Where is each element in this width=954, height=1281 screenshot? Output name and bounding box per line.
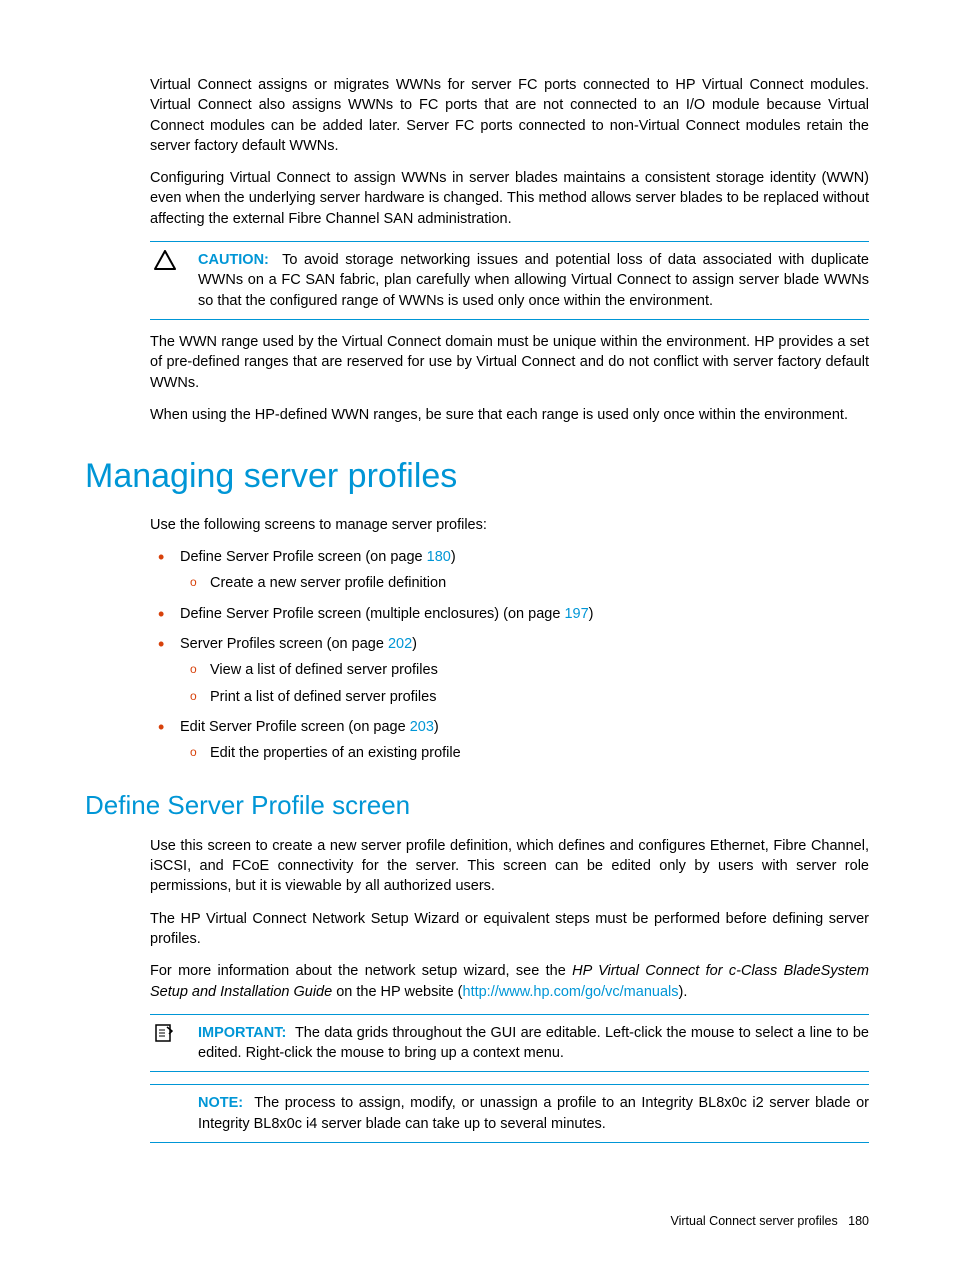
important-icon	[150, 1023, 198, 1043]
note-label: NOTE:	[198, 1095, 243, 1111]
important-body: IMPORTANT: The data grids throughout the…	[198, 1023, 869, 1064]
list-item: Server Profiles screen (on page 202) Vie…	[180, 634, 869, 707]
list-item: View a list of defined server profiles	[210, 660, 869, 680]
body-paragraph: For more information about the network s…	[150, 961, 869, 1002]
page-link[interactable]: 197	[564, 606, 588, 622]
note-callout: NOTE: The process to assign, modify, or …	[150, 1084, 869, 1143]
body-paragraph: Virtual Connect assigns or migrates WWNs…	[150, 75, 869, 156]
caution-callout: CAUTION: To avoid storage networking iss…	[150, 241, 869, 320]
important-label: IMPORTANT:	[198, 1025, 286, 1041]
caution-body: CAUTION: To avoid storage networking iss…	[198, 250, 869, 311]
note-text: The process to assign, modify, or unassi…	[198, 1095, 869, 1131]
important-text: The data grids throughout the GUI are ed…	[198, 1025, 869, 1061]
caution-text: To avoid storage networking issues and p…	[198, 252, 869, 309]
body-paragraph: When using the HP-defined WWN ranges, be…	[150, 405, 869, 425]
list-item: Print a list of defined server profiles	[210, 687, 869, 707]
list-item: Create a new server profile definition	[210, 573, 869, 593]
body-paragraph: The HP Virtual Connect Network Setup Wiz…	[150, 909, 869, 950]
page-link[interactable]: 202	[388, 636, 412, 652]
caution-icon	[150, 250, 198, 270]
page-link[interactable]: 203	[410, 719, 434, 735]
heading-define-server-profile: Define Server Profile screen	[85, 787, 869, 823]
url-link[interactable]: http://www.hp.com/go/vc/manuals	[463, 984, 679, 1000]
profile-screens-list: Define Server Profile screen (on page 18…	[150, 547, 869, 763]
list-item: Edit the properties of an existing profi…	[210, 743, 869, 763]
heading-managing-server-profiles: Managing server profiles	[85, 453, 869, 501]
list-item: Define Server Profile screen (multiple e…	[180, 604, 869, 624]
list-item: Define Server Profile screen (on page 18…	[180, 547, 869, 594]
page-footer: Virtual Connect server profiles 180	[85, 1213, 869, 1231]
body-paragraph: Use the following screens to manage serv…	[150, 515, 869, 535]
note-body: NOTE: The process to assign, modify, or …	[198, 1093, 869, 1134]
page-link[interactable]: 180	[427, 549, 451, 565]
body-paragraph: Configuring Virtual Connect to assign WW…	[150, 168, 869, 229]
important-callout: IMPORTANT: The data grids throughout the…	[150, 1014, 869, 1073]
list-item: Edit Server Profile screen (on page 203)…	[180, 717, 869, 764]
body-paragraph: The WWN range used by the Virtual Connec…	[150, 332, 869, 393]
caution-label: CAUTION:	[198, 252, 269, 268]
body-paragraph: Use this screen to create a new server p…	[150, 836, 869, 897]
